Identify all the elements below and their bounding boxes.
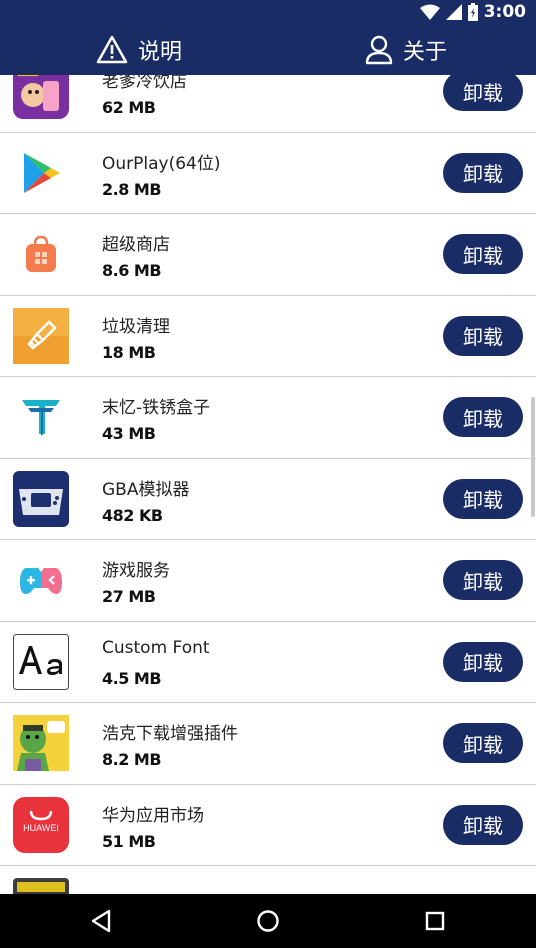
app-name: 超级商店 xyxy=(102,235,170,255)
broom-icon xyxy=(13,307,69,364)
huawei-bag-icon: HUAWEI xyxy=(13,796,69,853)
user-icon xyxy=(365,35,393,64)
back-button[interactable] xyxy=(84,904,118,938)
gameboy-icon xyxy=(13,470,69,527)
about-label: 关于 xyxy=(403,39,448,65)
list-item: HUAWEI 华为应用市场 51 MB 卸载 xyxy=(0,785,536,866)
shopping-bag-icon xyxy=(13,226,69,282)
uninstall-button[interactable]: 卸载 xyxy=(443,723,523,763)
instructions-button[interactable]: 说明 xyxy=(96,24,182,75)
list-item: Custom Font 4.5 MB 卸载 xyxy=(0,622,536,703)
list-item: 浩克下载增强插件 8.2 MB 卸载 xyxy=(0,703,536,785)
uninstall-button[interactable]: 卸载 xyxy=(443,804,523,845)
uninstall-button[interactable]: 卸载 xyxy=(443,152,523,193)
recents-square-icon xyxy=(425,911,445,931)
papas-cafe-icon xyxy=(13,75,69,119)
uninstall-button[interactable]: 卸载 xyxy=(443,234,523,274)
about-button[interactable]: 关于 xyxy=(365,24,447,75)
uninstall-button[interactable]: 卸载 xyxy=(443,641,523,682)
list-item: GBA模拟器 482 KB 卸载 xyxy=(0,459,536,540)
app-name: 华为应用市场 xyxy=(102,805,204,826)
t-logo-icon xyxy=(13,389,69,445)
svg-text:HUAWEI: HUAWEI xyxy=(23,823,59,833)
uninstall-button[interactable]: 卸载 xyxy=(443,315,523,356)
uninstall-button[interactable]: 卸载 xyxy=(443,75,523,111)
back-triangle-icon xyxy=(91,909,111,933)
home-button[interactable] xyxy=(251,904,285,938)
list-item: 老爹冷饮店 62 MB 卸载 xyxy=(0,75,536,133)
app-size: 51 MB xyxy=(102,831,156,851)
list-item: 超级商店 8.6 MB 卸载 xyxy=(0,214,536,296)
uninstall-button[interactable]: 卸载 xyxy=(443,478,523,519)
app-name: 垃圾清理 xyxy=(102,316,170,337)
list-item: 末忆-铁锈盒子 43 MB 卸载 xyxy=(0,377,536,459)
instructions-label: 说明 xyxy=(138,39,183,65)
app-name: 末忆-铁锈盒子 xyxy=(102,398,211,418)
app-name: GBA模拟器 xyxy=(102,479,190,500)
battery-icon xyxy=(467,3,478,21)
app-name: OurPlay(64位) xyxy=(102,153,221,174)
status-bar: 3:00 xyxy=(0,0,536,24)
font-aa-icon xyxy=(13,633,69,690)
app-name: Custom Font xyxy=(102,637,210,658)
app-name: 老爹冷饮店 xyxy=(102,75,187,92)
warning-icon xyxy=(96,35,128,63)
app-size: 4.5 MB xyxy=(102,668,162,688)
list-item: 游戏服务 27 MB 卸载 xyxy=(0,540,536,622)
app-name: 游戏服务 xyxy=(102,561,170,581)
recents-button[interactable] xyxy=(418,904,452,938)
app-size: 8.2 MB xyxy=(102,750,162,769)
list-item: 垃圾清理 18 MB 卸载 xyxy=(0,296,536,377)
app-size: 62 MB xyxy=(102,98,156,117)
app-size: 2.8 MB xyxy=(102,179,162,199)
app-size: 18 MB xyxy=(102,342,156,362)
list-item xyxy=(0,866,536,894)
app-header: 说明 关于 xyxy=(0,24,536,75)
play-triangle-icon xyxy=(13,145,69,201)
signal-icon xyxy=(445,4,462,20)
app-size: 43 MB xyxy=(102,424,156,443)
navigation-bar xyxy=(0,894,536,948)
uninstall-button[interactable]: 卸载 xyxy=(443,397,523,437)
app-list[interactable]: 老爹冷饮店 62 MB 卸载 OurPlay(64位) 2.8 MB 卸载 超级… xyxy=(0,75,536,894)
gamepad-icon xyxy=(13,552,69,608)
app-size: 482 KB xyxy=(102,505,163,525)
app-size: 27 MB xyxy=(102,587,156,606)
list-item: OurPlay(64位) 2.8 MB 卸载 xyxy=(0,133,536,214)
uninstall-button[interactable]: 卸载 xyxy=(443,560,523,600)
status-time: 3:00 xyxy=(483,2,526,22)
hulk-icon xyxy=(13,715,69,771)
app-name: 浩克下载增强插件 xyxy=(102,724,238,744)
status-icons: 3:00 xyxy=(419,2,526,22)
scrollbar[interactable] xyxy=(531,397,535,517)
home-circle-icon xyxy=(257,910,279,932)
partial-app-icon xyxy=(13,878,69,894)
app-size: 8.6 MB xyxy=(102,261,162,280)
wifi-icon xyxy=(419,4,440,20)
